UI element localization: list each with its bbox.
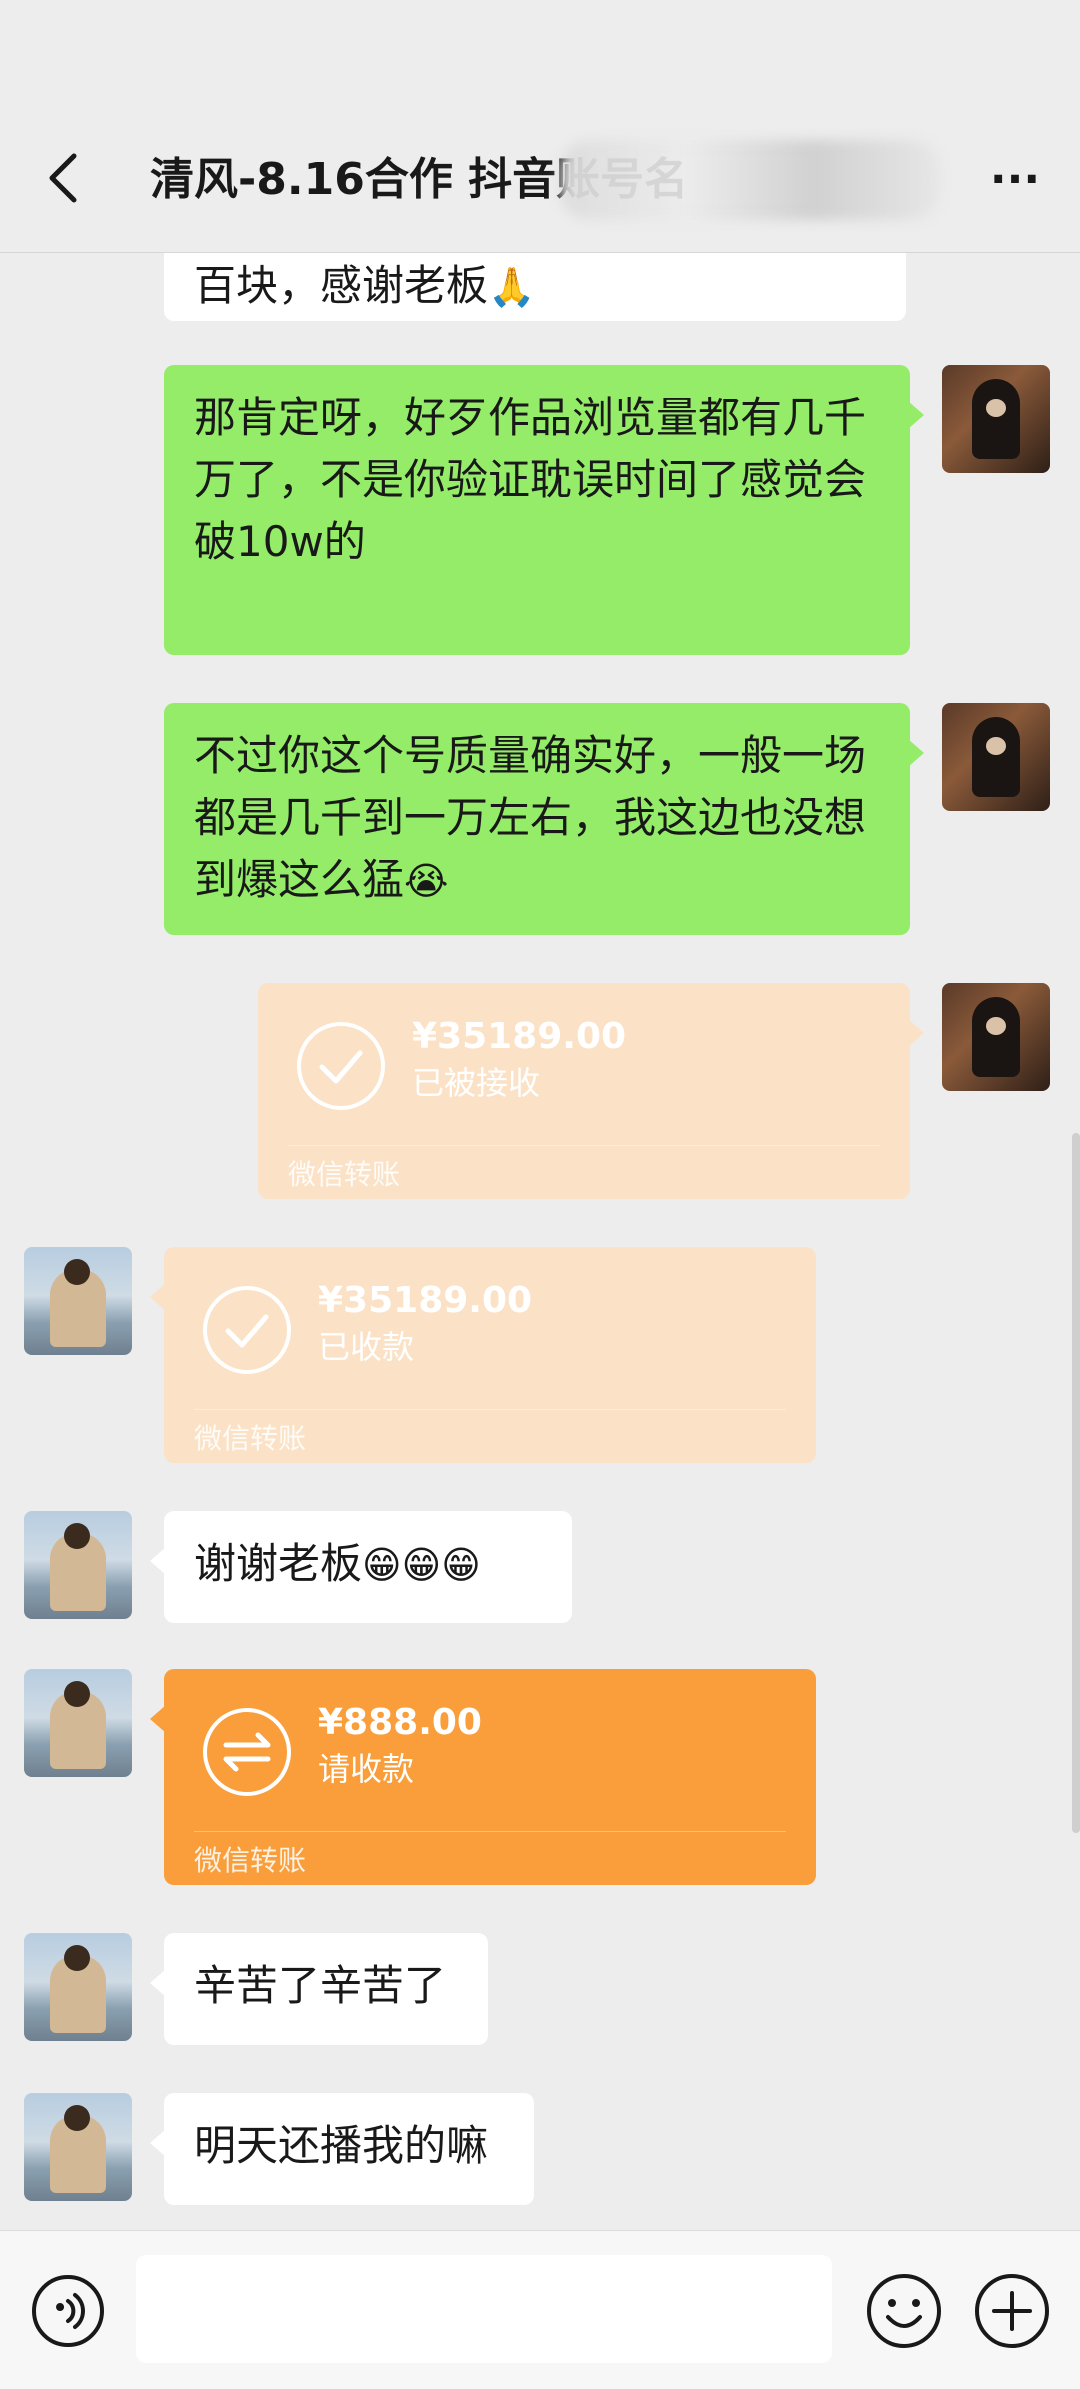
message-bubble-received[interactable]: 明天还播我的嘛 [150,2093,534,2205]
message-bubble-received[interactable]: 谢谢老板😁😁😁 [150,1511,572,1623]
check-circle-icon [203,1286,291,1374]
message-text: 百块，感谢老板 [194,261,489,310]
plus-button[interactable] [972,2271,1052,2351]
transfer-divider [288,1145,880,1146]
input-bar [0,2230,1080,2389]
chat-message-list[interactable]: 百块，感谢老板🙏 那肯定呀，好歹作品浏览量都有几千万了，不是你验证耽误时间了感觉… [0,253,1080,2229]
avatar-me[interactable] [942,983,1050,1091]
avatar-contact[interactable] [24,1669,132,1777]
transfer-divider [194,1409,786,1410]
transfer-amount: ¥888.00 [318,1702,482,1743]
scrollbar[interactable] [1072,1133,1080,1833]
transfer-label: 微信转账 [288,1158,401,1191]
transfer-amount: ¥35189.00 [318,1280,533,1321]
more-button[interactable]: ··· [980,158,1050,202]
more-dots-icon: ··· [989,154,1041,205]
message-bubble-sent[interactable]: 不过你这个号质量确实好，一般一场都是几千到一万左右，我这边也没想到爆这么猛😭 [164,703,924,935]
transfer-divider [194,1831,786,1832]
avatar-contact[interactable] [24,1933,132,2041]
message-text: 那肯定呀，好歹作品浏览量都有几千万了，不是你验证耽误时间了感觉会破10w的 [194,393,867,566]
avatar-me[interactable] [942,703,1050,811]
transfer-arrows-icon [203,1708,291,1796]
message-text: 辛苦了辛苦了 [194,1961,447,2010]
avatar-contact[interactable] [24,1511,132,1619]
message-bubble-received[interactable]: 辛苦了辛苦了 [150,1933,488,2045]
transfer-amount: ¥35189.00 [412,1016,627,1057]
transfer-card-received[interactable]: ¥35189.00 已收款 微信转账 [150,1247,816,1463]
message-bubble-sent[interactable]: 那肯定呀，好歹作品浏览量都有几千万了，不是你验证耽误时间了感觉会破10w的 [164,365,924,655]
chevron-left-icon [49,153,77,203]
message-input[interactable] [136,2255,832,2363]
grinning-emoji: 😁😁😁 [362,1543,481,1587]
transfer-status: 已收款 [318,1328,415,1366]
transfer-card-sent[interactable]: ¥35189.00 已被接收 微信转账 [258,983,924,1199]
transfer-card-pending[interactable]: ¥888.00 请收款 微信转账 [150,1669,816,1885]
check-circle-icon [297,1022,385,1110]
back-button[interactable] [40,148,90,208]
message-bubble-received[interactable]: 百块，感谢老板🙏 [164,253,906,321]
message-text: 谢谢老板 [194,1539,363,1588]
message-text: 不过你这个号质量确实好，一般一场都是几千到一万左右，我这边也没想到爆这么猛 [194,731,867,904]
avatar-me[interactable] [942,365,1050,473]
transfer-label: 微信转账 [194,1844,307,1877]
voice-button[interactable] [30,2273,106,2349]
chat-header: 清风-8.16合作 抖音账号名 ··· [0,0,1080,253]
message-text: 明天还播我的嘛 [194,2121,489,2170]
voice-icon [32,2275,104,2347]
transfer-status: 请收款 [318,1750,415,1788]
crying-laughing-emoji: 😭 [404,859,449,903]
plus-circle-icon [975,2274,1049,2348]
emoji-smile-icon [867,2274,941,2348]
pray-emoji: 🙏 [488,265,536,309]
emoji-button[interactable] [864,2271,944,2351]
transfer-label: 微信转账 [194,1422,307,1455]
avatar-contact[interactable] [24,2093,132,2201]
transfer-status: 已被接收 [412,1064,541,1102]
avatar-contact[interactable] [24,1247,132,1355]
title-redaction-blur [560,140,940,220]
